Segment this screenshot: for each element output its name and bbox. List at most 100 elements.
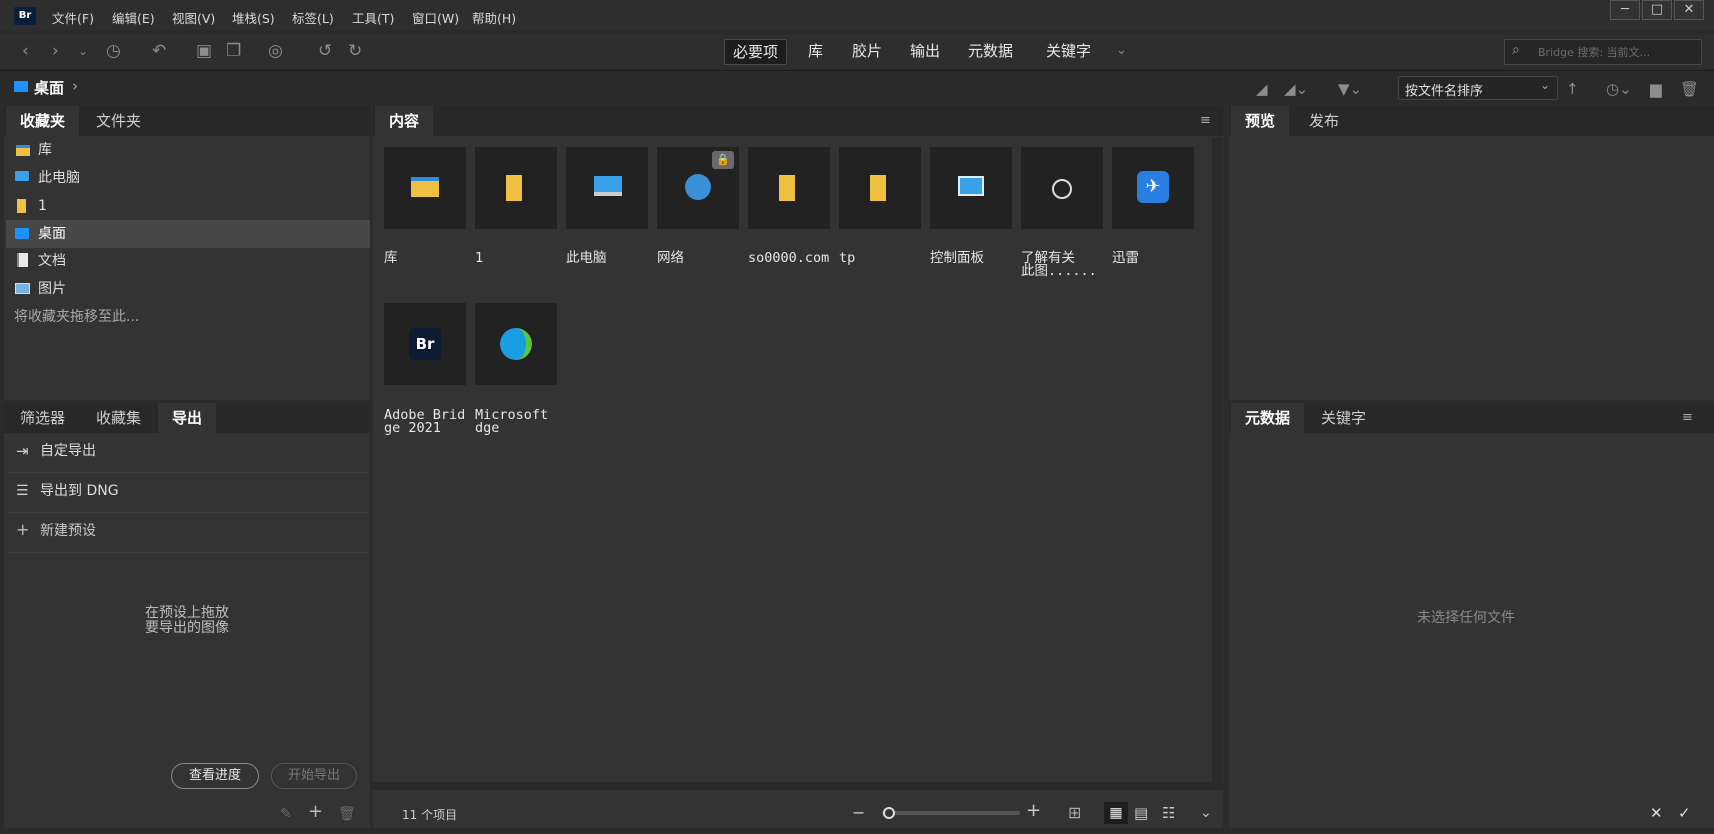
- thumbnail-quality-icon[interactable]: ◢⌄: [1284, 78, 1308, 100]
- back-icon[interactable]: ‹: [22, 40, 29, 62]
- close-icon[interactable]: ✕: [1650, 802, 1663, 824]
- divider: [6, 512, 368, 513]
- export-action-dng[interactable]: 导出到 DNG: [40, 477, 119, 505]
- start-export-button[interactable]: 开始导出: [271, 763, 357, 789]
- menu-window[interactable]: 窗口(W): [412, 8, 459, 27]
- filter-rating-icon[interactable]: ▼⌄: [1338, 78, 1362, 100]
- open-recent-icon[interactable]: ◷⌄: [1606, 78, 1632, 100]
- breadcrumb-desktop[interactable]: 桌面: [34, 77, 64, 98]
- menu-label[interactable]: 标签(L): [292, 8, 334, 27]
- list-icon: ☰: [16, 483, 29, 499]
- xunlei-app-icon: ✈: [1137, 171, 1169, 203]
- network-icon: [685, 174, 711, 200]
- sidebar-item-pictures[interactable]: 图片: [38, 275, 66, 303]
- workspace-menu-icon[interactable]: ⌄: [1116, 40, 1127, 62]
- workspace-output[interactable]: 输出: [902, 39, 948, 65]
- grid-lock-icon[interactable]: ⊞: [1068, 802, 1081, 824]
- menu-edit[interactable]: 编辑(E): [112, 8, 155, 27]
- tab-favorites[interactable]: 收藏夹: [6, 106, 80, 136]
- refine-icon[interactable]: ❐: [226, 40, 241, 62]
- add-icon[interactable]: +: [308, 801, 323, 823]
- library-folder-icon: [16, 145, 30, 156]
- panel-menu-icon[interactable]: ≡: [1200, 113, 1211, 128]
- export-action-custom[interactable]: 自定导出: [40, 437, 96, 465]
- new-folder-icon[interactable]: ▆: [1650, 78, 1662, 100]
- plus-icon: +: [16, 520, 30, 539]
- view-details-icon[interactable]: ▤: [1134, 802, 1148, 824]
- divider: [6, 552, 368, 553]
- view-list-icon[interactable]: ☷: [1162, 802, 1175, 824]
- sidebar-item-this-pc[interactable]: 此电脑: [38, 164, 80, 192]
- sidebar-item-1[interactable]: 1: [38, 192, 47, 220]
- workspace-metadata[interactable]: 元数据: [960, 39, 1021, 65]
- tab-keywords[interactable]: 关键字: [1307, 403, 1380, 433]
- sidebar-item-desktop[interactable]: 桌面: [38, 220, 66, 248]
- panel-menu-icon[interactable]: ≡: [1682, 410, 1693, 425]
- close-window-button[interactable]: ✕: [1674, 0, 1704, 20]
- menu-help[interactable]: 帮助(H): [472, 8, 516, 27]
- tab-folders[interactable]: 文件夹: [82, 106, 155, 136]
- info-shortcut-icon: [1052, 179, 1072, 199]
- export-drop-hint: 在预设上拖放 要导出的图像: [120, 606, 254, 636]
- zoom-out-icon[interactable]: −: [852, 802, 865, 824]
- tab-publish[interactable]: 发布: [1295, 106, 1353, 136]
- divider: [6, 472, 368, 473]
- minimize-button[interactable]: ─: [1610, 0, 1640, 20]
- workspace-keywords[interactable]: 关键字: [1038, 39, 1099, 65]
- menu-stack[interactable]: 堆栈(S): [232, 8, 275, 27]
- search-icon[interactable]: ⌕: [1512, 42, 1520, 58]
- delete-icon[interactable]: 🗑: [338, 803, 356, 825]
- tab-metadata[interactable]: 元数据: [1231, 403, 1305, 433]
- thumbnail-size-slider[interactable]: [882, 811, 1020, 815]
- open-in-camera-raw-icon[interactable]: ◎: [268, 40, 283, 62]
- view-options-chevron-icon[interactable]: ⌄: [1200, 802, 1212, 824]
- maximize-button[interactable]: □: [1642, 0, 1672, 20]
- tab-content[interactable]: 内容: [375, 106, 434, 136]
- content-hscrollbar[interactable]: [373, 782, 1223, 790]
- quality-icon[interactable]: ◢: [1256, 78, 1268, 100]
- boomerang-icon[interactable]: ↶: [152, 40, 166, 62]
- rotate-left-icon[interactable]: ↺: [318, 40, 332, 62]
- desktop-icon: [14, 81, 28, 92]
- tab-export[interactable]: 导出: [158, 403, 217, 433]
- bridge-logo: Br: [14, 7, 36, 25]
- forward-icon[interactable]: ›: [52, 40, 59, 62]
- item-label: 迅雷: [1112, 250, 1139, 266]
- lock-icon: 🔒: [712, 151, 734, 169]
- workspace-libraries[interactable]: 库: [800, 39, 831, 65]
- workspace-essentials[interactable]: 必要项: [724, 39, 788, 65]
- export-drop-hint-line1: 在预设上拖放: [145, 605, 229, 621]
- edge-app-icon: [500, 328, 532, 360]
- content-scrollbar[interactable]: [1212, 137, 1222, 782]
- slider-thumb[interactable]: [883, 807, 895, 819]
- document-icon: [17, 253, 28, 267]
- workspace-filmstrip[interactable]: 胶片: [844, 39, 890, 65]
- edit-icon[interactable]: ✎: [280, 803, 292, 825]
- menu-view[interactable]: 视图(V): [172, 8, 215, 27]
- item-label: tp: [839, 250, 856, 266]
- sidebar-item-library[interactable]: 库: [38, 136, 52, 164]
- checkmark-icon[interactable]: ✓: [1678, 802, 1691, 824]
- item-label: 控制面板: [930, 250, 984, 266]
- chevron-down-icon[interactable]: ⌄: [78, 40, 88, 62]
- breadcrumb-separator[interactable]: ›: [72, 77, 78, 95]
- sort-ascending-icon[interactable]: ↑: [1566, 78, 1579, 100]
- zoom-in-icon[interactable]: +: [1026, 800, 1041, 822]
- library-folder-icon: [411, 177, 439, 197]
- tab-preview[interactable]: 预览: [1231, 106, 1290, 136]
- view-thumbnails-icon[interactable]: ▦: [1104, 802, 1128, 824]
- trash-icon[interactable]: 🗑: [1680, 78, 1699, 100]
- tab-filter[interactable]: 筛选器: [6, 403, 79, 433]
- rotate-right-icon[interactable]: ↻: [348, 40, 362, 62]
- sidebar-item-documents[interactable]: 文档: [38, 247, 66, 275]
- computer-icon: [594, 176, 622, 196]
- camera-import-icon[interactable]: ▣: [196, 40, 212, 62]
- tab-collections[interactable]: 收藏集: [82, 403, 155, 433]
- view-progress-button[interactable]: 查看进度: [171, 763, 259, 789]
- pictures-icon: [15, 283, 30, 294]
- item-label: 此电脑: [566, 250, 607, 266]
- menu-file[interactable]: 文件(F): [52, 8, 94, 27]
- menu-tools[interactable]: 工具(T): [352, 8, 394, 27]
- recent-history-icon[interactable]: ◷: [106, 40, 121, 62]
- export-action-new-preset[interactable]: 新建预设: [40, 517, 96, 545]
